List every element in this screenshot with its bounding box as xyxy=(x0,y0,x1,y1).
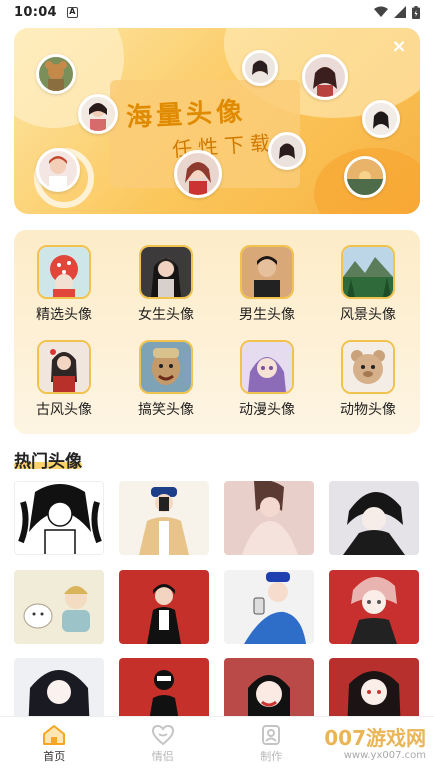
category-label: 动漫头像 xyxy=(239,402,295,418)
category-scenery[interactable]: 风景头像 xyxy=(323,245,413,324)
tab-label: 情侣 xyxy=(151,750,174,763)
banner-avatar xyxy=(36,54,76,94)
banner-avatar xyxy=(302,54,348,100)
battery-icon xyxy=(412,5,420,19)
banner-avatar xyxy=(268,132,306,170)
banner-avatar xyxy=(344,156,386,198)
category-anime[interactable]: 动漫头像 xyxy=(222,340,312,419)
banner-avatar xyxy=(242,50,278,86)
category-label: 动物头像 xyxy=(340,402,396,418)
girl-portrait-thumb xyxy=(139,245,193,299)
teddy-bear-thumb xyxy=(341,340,395,394)
category-featured[interactable]: 精选头像 xyxy=(19,245,109,324)
home-icon xyxy=(43,725,66,745)
category-funny[interactable]: 搞笑头像 xyxy=(121,340,211,419)
ancient-style-thumb xyxy=(37,340,91,394)
hot-avatar-item[interactable] xyxy=(329,481,419,555)
category-animals[interactable]: 动物头像 xyxy=(323,340,413,419)
hot-avatar-item[interactable] xyxy=(14,570,104,644)
category-girls[interactable]: 女生头像 xyxy=(121,245,211,324)
category-label: 古风头像 xyxy=(36,402,92,418)
strawberry-doll-thumb xyxy=(37,245,91,299)
status-bar: 10:04 A xyxy=(0,0,434,24)
hot-avatar-item[interactable] xyxy=(119,481,209,555)
category-label: 精选头像 xyxy=(36,307,92,323)
tab-couple[interactable]: 情侣 xyxy=(109,717,218,771)
banner-close-icon[interactable]: × xyxy=(390,38,408,56)
heart-icon xyxy=(151,724,174,746)
hot-avatars-title: 热门头像 xyxy=(14,452,82,472)
status-icons xyxy=(374,5,420,19)
boy-portrait-thumb xyxy=(240,245,294,299)
category-boys[interactable]: 男生头像 xyxy=(222,245,312,324)
hot-avatar-item[interactable] xyxy=(119,570,209,644)
hot-avatar-item[interactable] xyxy=(224,481,314,555)
tab-label: 制作 xyxy=(260,750,283,763)
category-label: 风景头像 xyxy=(340,307,396,323)
status-time: 10:04 xyxy=(14,4,57,20)
banner-title: 海量头像 xyxy=(125,96,247,134)
wifi-icon xyxy=(374,6,388,17)
edit-icon xyxy=(262,725,281,745)
hot-avatar-item[interactable] xyxy=(224,570,314,644)
signal-icon xyxy=(394,6,406,18)
watermark-main: 007游戏网 xyxy=(324,726,426,750)
banner-avatar xyxy=(174,150,222,198)
banner-avatar xyxy=(362,100,400,138)
category-label: 女生头像 xyxy=(138,307,194,323)
promo-banner[interactable]: 海量头像 任性下载 × xyxy=(14,28,420,214)
notification-a-icon: A xyxy=(66,6,78,18)
category-ancient[interactable]: 古风头像 xyxy=(19,340,109,419)
category-panel: 精选头像 女生头像 男生头像 风景头像 古风头像 搞笑头像 动漫头像 动物头像 xyxy=(14,230,420,434)
landscape-thumb xyxy=(341,245,395,299)
category-label: 搞笑头像 xyxy=(138,402,194,418)
category-label: 男生头像 xyxy=(239,307,295,323)
tab-make[interactable]: 制作 xyxy=(217,717,326,771)
anime-girl-thumb xyxy=(240,340,294,394)
site-watermark: 007游戏网 www.yx007.com xyxy=(324,726,426,765)
banner-avatar xyxy=(78,94,118,134)
banner-avatar xyxy=(36,148,80,192)
tab-label: 首页 xyxy=(43,750,66,763)
app-screen: 10:04 A 海量头像 任性下载 × 精选头像 女生头像 男生头像 风景头像 … xyxy=(0,0,434,771)
tab-home[interactable]: 首页 xyxy=(0,717,109,771)
hot-avatar-item[interactable] xyxy=(329,570,419,644)
funny-face-thumb xyxy=(139,340,193,394)
hot-avatar-item[interactable] xyxy=(14,481,104,555)
